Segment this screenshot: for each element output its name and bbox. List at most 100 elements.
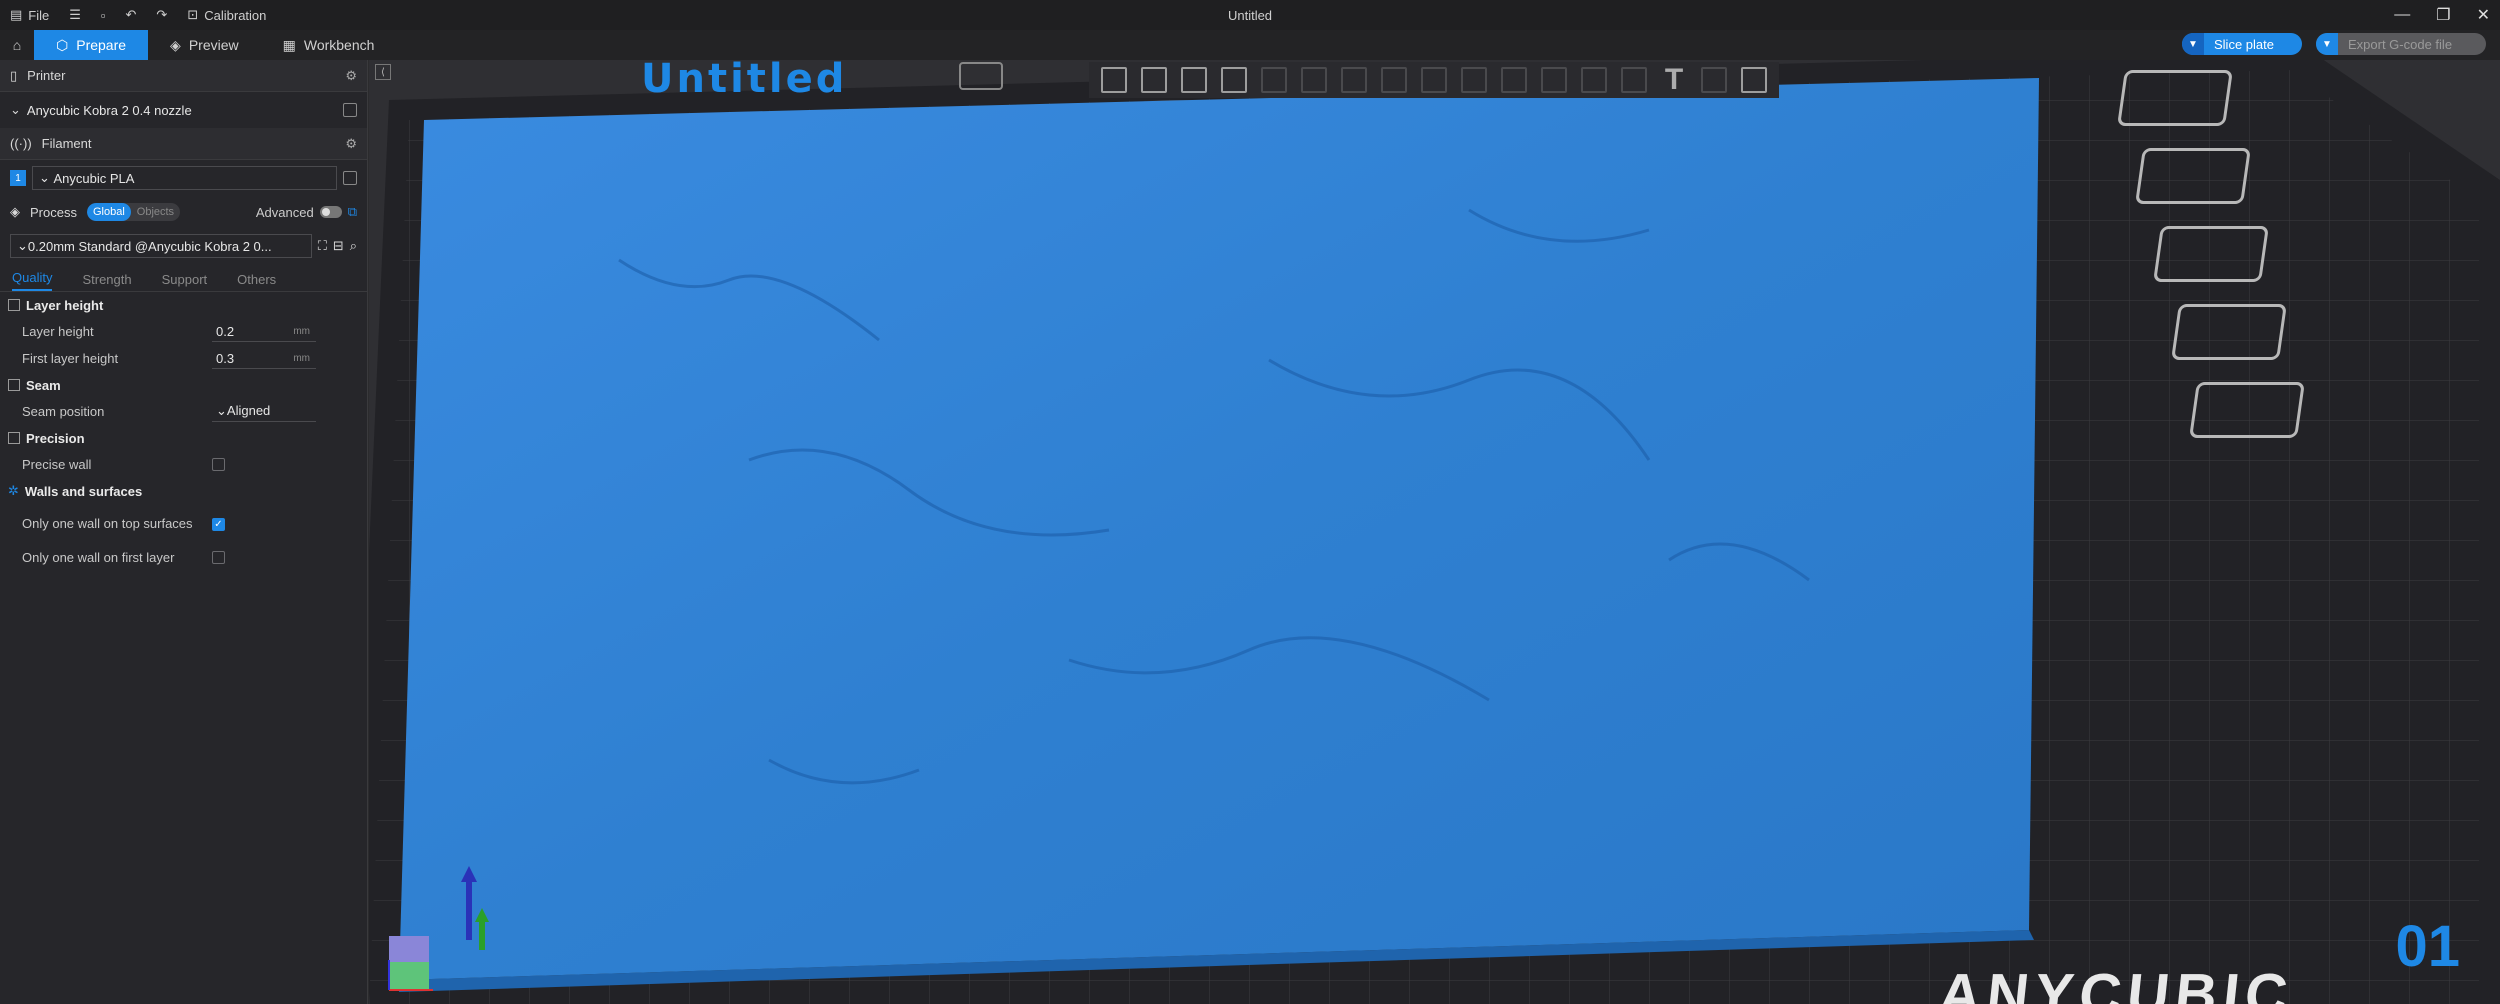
walls-surfaces-group: ✲ Walls and surfaces (0, 478, 367, 504)
tab-preview-label: Preview (188, 37, 239, 53)
cut-icon[interactable] (1261, 67, 1287, 93)
export-gcode-button[interactable]: ▼ Export G-code file (2316, 33, 2486, 55)
tab-prepare[interactable]: ⬡ Prepare (34, 30, 149, 60)
file-menu-label: File (28, 7, 50, 23)
layer-height-input[interactable]: 0.2 mm (212, 322, 316, 342)
layer-height-label: Layer height (22, 324, 94, 339)
one-wall-top-option: Only one wall on top surfaces ✓ (0, 504, 367, 544)
restore-icon[interactable]: ❐ (2436, 5, 2450, 25)
add-cube-icon[interactable] (1101, 67, 1127, 93)
close-icon[interactable]: ✕ (2477, 5, 2490, 25)
measure-icon[interactable] (1701, 67, 1727, 93)
file-menu[interactable]: ▤ File (0, 0, 59, 30)
one-wall-top-checkbox[interactable]: ✓ (212, 517, 225, 531)
move-icon[interactable] (1381, 67, 1407, 93)
printer-select[interactable]: ⌄ Anycubic Kobra 2 0.4 nozzle (0, 92, 367, 128)
tab-preview[interactable]: ◈ Preview (148, 30, 261, 60)
objects-option[interactable]: Objects (131, 203, 180, 221)
cut-plane-icon[interactable] (1541, 67, 1567, 93)
printer-value: Anycubic Kobra 2 0.4 nozzle (26, 102, 192, 118)
precision-group-title: Precision (26, 430, 85, 446)
terrain-model[interactable] (399, 78, 2039, 980)
grid-arrange-icon[interactable] (1141, 67, 1167, 93)
chevron-down-icon[interactable]: ▼ (2182, 33, 2204, 55)
window-controls: — ❐ ✕ (2394, 0, 2490, 30)
rotate-icon[interactable] (1421, 67, 1447, 93)
first-layer-height-input[interactable]: 0.3 mm (212, 349, 316, 369)
filament-row: 1 ⌄ Anycubic PLA (0, 160, 367, 196)
settings-sliders-icon[interactable]: ⚙ (345, 68, 357, 84)
minimize-icon[interactable]: — (2394, 6, 2410, 24)
one-wall-first-option: Only one wall on first layer (0, 544, 367, 571)
plate-settings-sliders-icon[interactable] (2189, 382, 2305, 438)
action-buttons: ▼ Slice plate ▼ Export G-code file (2182, 33, 2486, 55)
process-preset-row: ⌄ 0.20mm Standard @Anycubic Kobra 2 0... … (0, 228, 367, 264)
redo-icon[interactable]: ↷ (146, 0, 177, 30)
navigation-cube[interactable] (379, 930, 437, 994)
delete-preset-icon[interactable]: ⊟ (333, 238, 344, 254)
process-section-header: ◈ Process Global Objects Advanced ⧉ (0, 196, 367, 228)
support-paint-icon[interactable] (1581, 67, 1607, 93)
search-icon[interactable]: ⌕ (350, 238, 357, 254)
global-option[interactable]: Global (86, 203, 131, 221)
slice-plate-button[interactable]: ▼ Slice plate (2182, 33, 2302, 55)
layer-height-option: Layer height 0.2 mm (0, 318, 367, 345)
lay-flat-icon[interactable] (1501, 67, 1527, 93)
plate-delete-icon[interactable] (2117, 70, 2233, 126)
home-icon[interactable]: ⌂ (0, 30, 34, 60)
process-header-label: Process (30, 204, 77, 220)
settings-sliders-icon[interactable]: ⚙ (345, 136, 357, 152)
layers-icon[interactable] (1341, 67, 1367, 93)
one-wall-first-label: Only one wall on first layer (22, 550, 175, 565)
save-icon[interactable]: ▫ (91, 0, 116, 30)
slice-plate-label: Slice plate (2214, 36, 2274, 52)
one-wall-first-checkbox[interactable] (212, 551, 225, 564)
advanced-toggle[interactable] (319, 206, 342, 218)
cube-icon: ⬡ (56, 36, 69, 53)
filament-select[interactable]: ⌄ Anycubic PLA (32, 166, 337, 190)
save-preset-icon[interactable]: ⛶ (318, 238, 327, 254)
assembly-view-icon[interactable] (1741, 67, 1767, 93)
3d-viewport[interactable]: ⟨ Untitled T ANYCUBIC 01 (369, 60, 2500, 1004)
chevron-down-icon[interactable]: ▼ (2316, 33, 2338, 55)
tab-support[interactable]: Support (162, 272, 208, 291)
menu-icon[interactable]: ☰ (59, 0, 91, 30)
plate-arrange-icon[interactable] (2135, 148, 2251, 204)
plate-settings-icon[interactable] (1221, 67, 1247, 93)
layer-height-group-title: Layer height (26, 297, 104, 313)
scale-icon[interactable] (1461, 67, 1487, 93)
printer-header-label: Printer (27, 68, 66, 83)
file-icon: ▤ (10, 7, 23, 22)
orient-icon[interactable] (1181, 67, 1207, 93)
tab-strength[interactable]: Strength (82, 272, 131, 291)
one-wall-top-label: Only one wall on top surfaces (22, 516, 193, 531)
seam-position-option: Seam position ⌄Aligned (0, 398, 367, 425)
collapse-sidebar-icon[interactable]: ⟨ (375, 64, 391, 80)
plate-lock-icon[interactable] (2171, 304, 2287, 360)
calibration-menu[interactable]: ⊡ Calibration (177, 0, 276, 30)
plate-layout-icon[interactable] (2153, 226, 2269, 282)
plate-name[interactable]: Untitled (641, 60, 847, 102)
plate-rename-icon[interactable] (959, 62, 1003, 90)
title-bar: ▤ File ☰ ▫ ↶ ↷ ⊡ Calibration Untitled — … (0, 0, 2500, 30)
main-tab-bar: ⌂ ⬡ Prepare ◈ Preview ▦ Workbench (0, 30, 2500, 60)
edit-icon[interactable] (343, 171, 357, 185)
seam-position-select[interactable]: ⌄Aligned (212, 402, 316, 422)
tab-workbench[interactable]: ▦ Workbench (261, 30, 397, 60)
tab-others[interactable]: Others (237, 272, 276, 291)
global-objects-switch[interactable]: Global Objects (86, 203, 181, 221)
viewport-toolbar: T (1089, 62, 1779, 98)
split-icon[interactable] (1301, 67, 1327, 93)
edit-icon[interactable] (343, 103, 357, 117)
tab-quality[interactable]: Quality (12, 270, 53, 291)
seam-paint-icon[interactable] (1621, 67, 1647, 93)
text-tool-icon[interactable]: T (1661, 65, 1687, 95)
process-preset-select[interactable]: ⌄ 0.20mm Standard @Anycubic Kobra 2 0... (10, 234, 312, 258)
first-layer-height-label: First layer height (22, 351, 119, 366)
precise-wall-checkbox[interactable] (212, 458, 225, 471)
nav-cube-graphic (388, 936, 433, 991)
compare-icon[interactable]: ⧉ (348, 204, 357, 220)
undo-icon[interactable]: ↶ (116, 0, 147, 30)
seam-icon (8, 379, 20, 391)
filament-section-header: ((·)) Filament ⚙ (0, 128, 367, 160)
